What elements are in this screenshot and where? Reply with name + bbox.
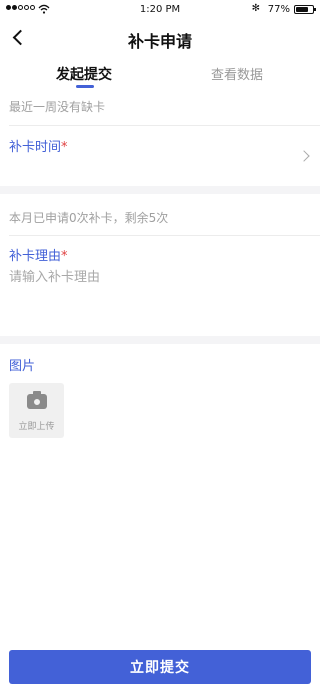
section-gap <box>0 186 320 194</box>
required-mark: * <box>61 249 68 264</box>
image-section-label: 图片 <box>9 359 36 374</box>
tab-submit[interactable]: 发起提交 <box>56 64 112 84</box>
status-bar: 1:20 PM ✻ 77% <box>0 0 320 20</box>
upload-image-button[interactable]: 立即上传 <box>9 383 64 438</box>
time-field-label: 补卡时间* <box>9 136 68 155</box>
reason-field-label-text: 补卡理由 <box>9 249 62 264</box>
recent-missing-hint: 最近一周没有缺卡 <box>9 100 106 114</box>
submit-button[interactable]: 立即提交 <box>9 650 311 684</box>
divider <box>9 125 320 126</box>
monthly-quota-hint: 本月已申请0次补卡，剩余5次 <box>9 211 169 225</box>
battery-percent: 77% <box>267 4 290 15</box>
time-field-label-text: 补卡时间 <box>9 140 62 155</box>
page-title: 补卡申请 <box>127 32 192 51</box>
chevron-right-icon[interactable] <box>298 150 310 162</box>
required-mark: * <box>61 140 68 155</box>
reason-input[interactable] <box>9 266 309 288</box>
divider <box>9 235 320 236</box>
upload-label: 立即上传 <box>18 422 55 432</box>
section-gap <box>0 336 320 344</box>
camera-icon <box>27 391 47 409</box>
bluetooth-icon: ✻ <box>251 3 260 14</box>
nav-bar: 补卡申请 <box>0 20 320 54</box>
reason-field-label: 补卡理由* <box>9 245 68 264</box>
active-tab-indicator <box>76 85 94 88</box>
battery-icon <box>294 5 316 14</box>
tab-view-data[interactable]: 查看数据 <box>211 64 263 83</box>
tab-bar: 发起提交 查看数据 <box>0 54 320 92</box>
